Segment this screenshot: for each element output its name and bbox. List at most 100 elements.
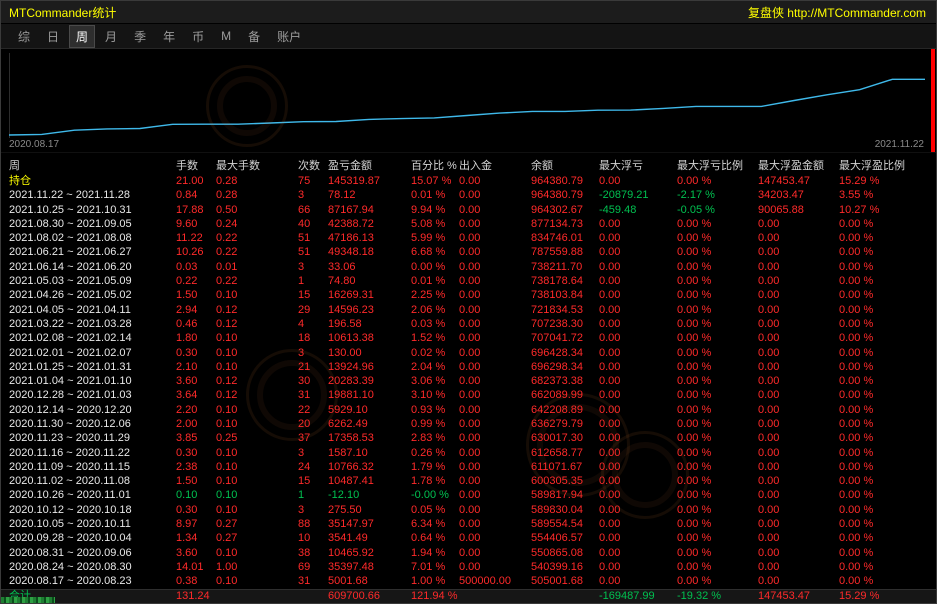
value-cell: 10 bbox=[298, 531, 328, 545]
value-cell: 3 bbox=[298, 446, 328, 460]
value-cell: 24 bbox=[298, 460, 328, 474]
table-row[interactable]: 2021.06.21 ~ 2021.06.2710.260.225149348.… bbox=[1, 245, 936, 259]
value-cell: 11.22 bbox=[176, 231, 216, 245]
value-cell: 8.97 bbox=[176, 517, 216, 531]
table-row[interactable]: 2021.08.30 ~ 2021.09.059.600.244042388.7… bbox=[1, 217, 936, 231]
value-cell: 0.00 % bbox=[839, 317, 936, 331]
value-cell: 0.00 % bbox=[839, 303, 936, 317]
value-cell: 0.10 bbox=[176, 488, 216, 502]
table-row[interactable]: 2020.11.23 ~ 2020.11.293.850.253717358.5… bbox=[1, 431, 936, 445]
value-cell: 0.00 bbox=[599, 388, 677, 402]
menu-item-年[interactable]: 年 bbox=[156, 25, 182, 48]
value-cell: 14.01 bbox=[176, 560, 216, 574]
menu-item-M[interactable]: M bbox=[214, 26, 238, 46]
table-row[interactable]: 2020.09.28 ~ 2020.10.041.340.27103541.49… bbox=[1, 531, 936, 545]
value-cell: 0.00 % bbox=[677, 231, 758, 245]
value-cell: 0.01 bbox=[216, 260, 298, 274]
value-cell: 5001.68 bbox=[328, 574, 411, 588]
table-row[interactable]: 2020.11.02 ~ 2020.11.081.500.101510487.4… bbox=[1, 474, 936, 488]
value-cell: 0.00 bbox=[459, 174, 531, 188]
menu-item-周[interactable]: 周 bbox=[69, 25, 95, 48]
value-cell: 0.02 % bbox=[411, 346, 459, 360]
value-cell: 3 bbox=[298, 503, 328, 517]
value-cell: 7.01 % bbox=[411, 560, 459, 574]
table-total-row[interactable]: 合计131.24609700.66121.94 %-169487.99-19.3… bbox=[1, 589, 936, 604]
value-cell: 0.22 bbox=[216, 245, 298, 259]
value-cell: 0.00 bbox=[459, 374, 531, 388]
menu-item-综[interactable]: 综 bbox=[11, 25, 37, 48]
value-cell: 1.50 bbox=[176, 288, 216, 302]
value-cell: 0.00 % bbox=[839, 346, 936, 360]
value-cell: 19881.10 bbox=[328, 388, 411, 402]
value-cell: 707238.30 bbox=[531, 317, 599, 331]
value-cell: 964380.79 bbox=[531, 188, 599, 202]
value-cell: 0.00 bbox=[758, 574, 839, 588]
value-cell: 0.00 bbox=[758, 531, 839, 545]
value-cell: 682373.38 bbox=[531, 374, 599, 388]
value-cell: 0.00 bbox=[459, 274, 531, 288]
value-cell: 0.00 bbox=[758, 417, 839, 431]
table-row[interactable]: 2021.02.08 ~ 2021.02.141.800.101810613.3… bbox=[1, 331, 936, 345]
menu-item-月[interactable]: 月 bbox=[98, 25, 124, 48]
menu-item-备[interactable]: 备 bbox=[241, 25, 267, 48]
table-row[interactable]: 2020.12.28 ~ 2021.01.033.640.123119881.1… bbox=[1, 388, 936, 402]
table-row[interactable]: 2021.06.14 ~ 2021.06.200.030.01333.060.0… bbox=[1, 260, 936, 274]
value-cell: 642208.89 bbox=[531, 403, 599, 417]
value-cell: 0.00 bbox=[599, 374, 677, 388]
value-cell: 10766.32 bbox=[328, 460, 411, 474]
value-cell: 131.24 bbox=[176, 589, 216, 604]
menu-item-账户[interactable]: 账户 bbox=[270, 25, 308, 48]
menu-item-币[interactable]: 币 bbox=[185, 25, 211, 48]
value-cell: 0.03 % bbox=[411, 317, 459, 331]
value-cell: 0.28 bbox=[216, 174, 298, 188]
value-cell: 0.00 bbox=[758, 260, 839, 274]
table-row[interactable]: 2021.01.04 ~ 2021.01.103.600.123020283.3… bbox=[1, 374, 936, 388]
table-row[interactable]: 2021.01.25 ~ 2021.01.312.100.102113924.9… bbox=[1, 360, 936, 374]
table-row[interactable]: 2020.10.26 ~ 2020.11.010.100.101-12.10-0… bbox=[1, 489, 936, 503]
value-cell: 5929.10 bbox=[328, 403, 411, 417]
menu-item-季[interactable]: 季 bbox=[127, 25, 153, 48]
table-row[interactable]: 2020.11.30 ~ 2020.12.062.000.10206262.49… bbox=[1, 417, 936, 431]
table-row[interactable]: 2020.08.17 ~ 2020.08.230.380.10315001.68… bbox=[1, 574, 936, 588]
table-row[interactable]: 2021.04.05 ~ 2021.04.112.940.122914596.2… bbox=[1, 303, 936, 317]
table-row[interactable]: 持仓21.000.2875145319.8715.07 %0.00964380.… bbox=[1, 174, 936, 188]
value-cell: 0.00 % bbox=[677, 174, 758, 188]
period-cell: 2020.12.28 ~ 2021.01.03 bbox=[9, 388, 176, 402]
table-row[interactable]: 2021.08.02 ~ 2021.08.0811.220.225147186.… bbox=[1, 231, 936, 245]
value-cell: 0.24 bbox=[216, 217, 298, 231]
table-row[interactable]: 2021.05.03 ~ 2021.05.090.220.22174.800.0… bbox=[1, 274, 936, 288]
value-cell: 1.80 bbox=[176, 331, 216, 345]
value-cell: 0.00 % bbox=[677, 374, 758, 388]
value-cell: 21.00 bbox=[176, 174, 216, 188]
table-row[interactable]: 2020.10.12 ~ 2020.10.180.300.103275.500.… bbox=[1, 503, 936, 517]
value-cell: 0.10 bbox=[216, 503, 298, 517]
value-cell: 0.00 bbox=[599, 303, 677, 317]
table-row[interactable]: 2020.08.24 ~ 2020.08.3014.011.006935397.… bbox=[1, 560, 936, 574]
value-cell: 0.00 bbox=[599, 531, 677, 545]
value-cell: 0.10 bbox=[216, 360, 298, 374]
table-row[interactable]: 2021.04.26 ~ 2021.05.021.500.101516269.3… bbox=[1, 288, 936, 302]
table-row[interactable]: 2021.11.22 ~ 2021.11.280.840.28378.120.0… bbox=[1, 188, 936, 202]
value-cell: 0.00 % bbox=[839, 474, 936, 488]
period-cell: 2021.05.03 ~ 2021.05.09 bbox=[9, 274, 176, 288]
table-row[interactable]: 2020.12.14 ~ 2020.12.202.200.10225929.10… bbox=[1, 403, 936, 417]
table-row[interactable]: 2020.11.16 ~ 2020.11.220.300.1031587.100… bbox=[1, 446, 936, 460]
menu-item-日[interactable]: 日 bbox=[40, 25, 66, 48]
value-cell: 0.00 bbox=[599, 560, 677, 574]
table-row[interactable]: 2020.11.09 ~ 2020.11.152.380.102410766.3… bbox=[1, 460, 936, 474]
brand-link[interactable]: 复盘侠 http://MTCommander.com bbox=[748, 4, 926, 21]
table-row[interactable]: 2021.02.01 ~ 2021.02.070.300.103130.000.… bbox=[1, 346, 936, 360]
value-cell: 0.00 % bbox=[839, 331, 936, 345]
table-row[interactable]: 2020.08.31 ~ 2020.09.063.600.103810465.9… bbox=[1, 546, 936, 560]
table-row[interactable]: 2020.10.05 ~ 2020.10.118.970.278835147.9… bbox=[1, 517, 936, 531]
value-cell: 0.00 bbox=[758, 546, 839, 560]
value-cell: 0.00 bbox=[599, 403, 677, 417]
value-cell: 33.06 bbox=[328, 260, 411, 274]
table-row[interactable]: 2021.03.22 ~ 2021.03.280.460.124196.580.… bbox=[1, 317, 936, 331]
value-cell: 0.00 % bbox=[677, 546, 758, 560]
value-cell: 0.00 % bbox=[677, 503, 758, 517]
table-row[interactable]: 2021.10.25 ~ 2021.10.3117.880.506687167.… bbox=[1, 203, 936, 217]
value-cell: 3 bbox=[298, 346, 328, 360]
value-cell: 0.00 bbox=[599, 274, 677, 288]
value-cell: 20 bbox=[298, 417, 328, 431]
